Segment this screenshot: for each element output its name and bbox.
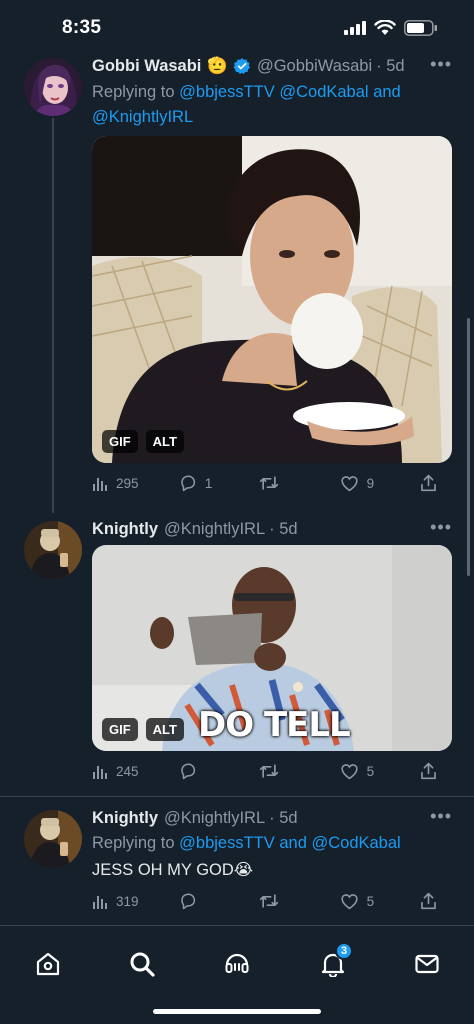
tab-spaces[interactable] (217, 946, 257, 982)
reply-context: Replying to @bbjessTTV @CodKabal and @Kn… (92, 80, 452, 130)
reply-icon (181, 475, 196, 492)
thread-line (52, 118, 54, 513)
reply-icon (181, 893, 196, 910)
retweet-button[interactable] (259, 762, 299, 780)
retweet-icon (260, 476, 279, 490)
views-icon (93, 478, 107, 491)
alt-text-badge[interactable]: ALT (145, 718, 184, 741)
mention-link[interactable]: @bbjessTTV (179, 834, 275, 852)
handle[interactable]: @KnightlyIRL (164, 520, 265, 539)
messages-icon (415, 954, 439, 974)
media-badges: GIF ALT DO TELL (102, 705, 351, 745)
media-badges: GIF ALT (102, 430, 184, 453)
reply-context: Replying to @bbjessTTV and @CodKabal (92, 831, 452, 856)
gif-media[interactable]: GIF ALT DO TELL (92, 545, 452, 751)
share-icon (421, 474, 436, 492)
views-count: 295 (116, 475, 139, 491)
timestamp: · 5d (269, 808, 298, 827)
like-count: 5 (366, 893, 375, 909)
tweet-actions: 295 1 9 (92, 471, 438, 495)
tab-search[interactable] (122, 946, 162, 982)
tweet-header: Gobbi Wasabi 🫡 @GobbiWasabi · 5d (92, 54, 452, 78)
spaces-icon (225, 953, 249, 973)
tab-notifications[interactable]: 3 (313, 942, 353, 982)
search-icon (130, 952, 155, 977)
tweet-actions: 319 5 (92, 889, 438, 913)
display-name[interactable]: Knightly (92, 809, 158, 828)
mention-link[interactable]: @KnightlyIRL (92, 108, 193, 126)
home-indicator (153, 1009, 321, 1014)
reply-count: 1 (204, 475, 213, 491)
like-button[interactable]: 5 (340, 893, 380, 910)
tweet-header: Knightly @KnightlyIRL · 5d (92, 806, 452, 830)
notification-count-badge: 3 (335, 942, 353, 960)
display-name[interactable]: Knightly (92, 520, 158, 539)
tweet[interactable]: Knightly @KnightlyIRL · 5d ••• Replying … (0, 797, 474, 925)
mention-link[interactable]: @CodKabal (279, 83, 368, 101)
views-icon (93, 766, 107, 779)
heart-icon (340, 475, 358, 491)
gif-thumbnail (92, 136, 452, 463)
more-options-icon[interactable]: ••• (430, 517, 452, 538)
tab-messages[interactable] (407, 946, 447, 982)
share-icon (421, 892, 436, 910)
views-count: 319 (116, 893, 139, 909)
reply-button[interactable] (179, 892, 219, 910)
alt-text-badge[interactable]: ALT (145, 430, 184, 453)
tweet-header: Knightly @KnightlyIRL · 5d (92, 517, 452, 541)
timestamp: · 5d (376, 56, 405, 75)
share-button[interactable] (420, 762, 438, 780)
timestamp: · 5d (269, 519, 298, 538)
retweet-button[interactable] (259, 474, 299, 492)
heart-icon (340, 893, 358, 909)
heart-icon (340, 763, 358, 779)
gif-badge: GIF (102, 430, 138, 453)
share-button[interactable] (420, 474, 438, 492)
gif-badge: GIF (102, 718, 138, 741)
gif-caption: DO TELL (197, 705, 351, 745)
handle[interactable]: @GobbiWasabi (257, 57, 372, 76)
retweet-icon (260, 764, 279, 778)
tweet-text: JESS OH MY GOD😭 (92, 861, 254, 879)
share-icon (421, 762, 436, 780)
tweet[interactable]: Gobbi Wasabi 🫡 @GobbiWasabi · 5d ••• Rep… (0, 0, 474, 513)
reply-icon (181, 763, 196, 780)
reply-button[interactable] (179, 762, 219, 780)
avatar[interactable] (24, 58, 82, 116)
more-options-icon[interactable]: ••• (430, 54, 452, 75)
views-icon (93, 896, 107, 909)
mention-link[interactable]: @CodKabal (311, 834, 400, 852)
share-button[interactable] (420, 892, 438, 910)
tweet-actions: 245 5 (92, 759, 438, 783)
salute-emoji: 🫡 (207, 56, 228, 75)
like-count: 9 (366, 475, 375, 491)
views-button[interactable]: 319 (92, 893, 139, 909)
gif-media[interactable]: GIF ALT (92, 136, 452, 463)
home-icon (36, 952, 60, 976)
tab-home[interactable] (28, 946, 68, 982)
avatar[interactable] (24, 810, 82, 868)
mention-joiner: and (279, 834, 307, 852)
replying-to-label: Replying to (92, 83, 175, 101)
more-options-icon[interactable]: ••• (430, 806, 452, 827)
verified-badge-icon (233, 58, 250, 74)
reply-button[interactable]: 1 (179, 474, 219, 492)
retweet-button[interactable] (259, 892, 299, 910)
replying-to-label: Replying to (92, 834, 175, 852)
like-button[interactable]: 5 (340, 763, 380, 780)
mention-link[interactable]: @bbjessTTV (179, 83, 275, 101)
handle[interactable]: @KnightlyIRL (164, 809, 265, 828)
scrollbar[interactable] (467, 318, 470, 576)
like-count: 5 (366, 763, 375, 779)
retweet-icon (260, 894, 279, 908)
tweet[interactable]: Knightly @KnightlyIRL · 5d ••• GIF ALT D… (0, 510, 474, 795)
like-button[interactable]: 9 (340, 475, 380, 492)
mention-joiner: and (373, 83, 401, 101)
display-name[interactable]: Gobbi Wasabi (92, 57, 201, 76)
views-count: 245 (116, 763, 139, 779)
views-button[interactable]: 295 (92, 475, 139, 491)
avatar[interactable] (24, 521, 82, 579)
views-button[interactable]: 245 (92, 763, 139, 779)
